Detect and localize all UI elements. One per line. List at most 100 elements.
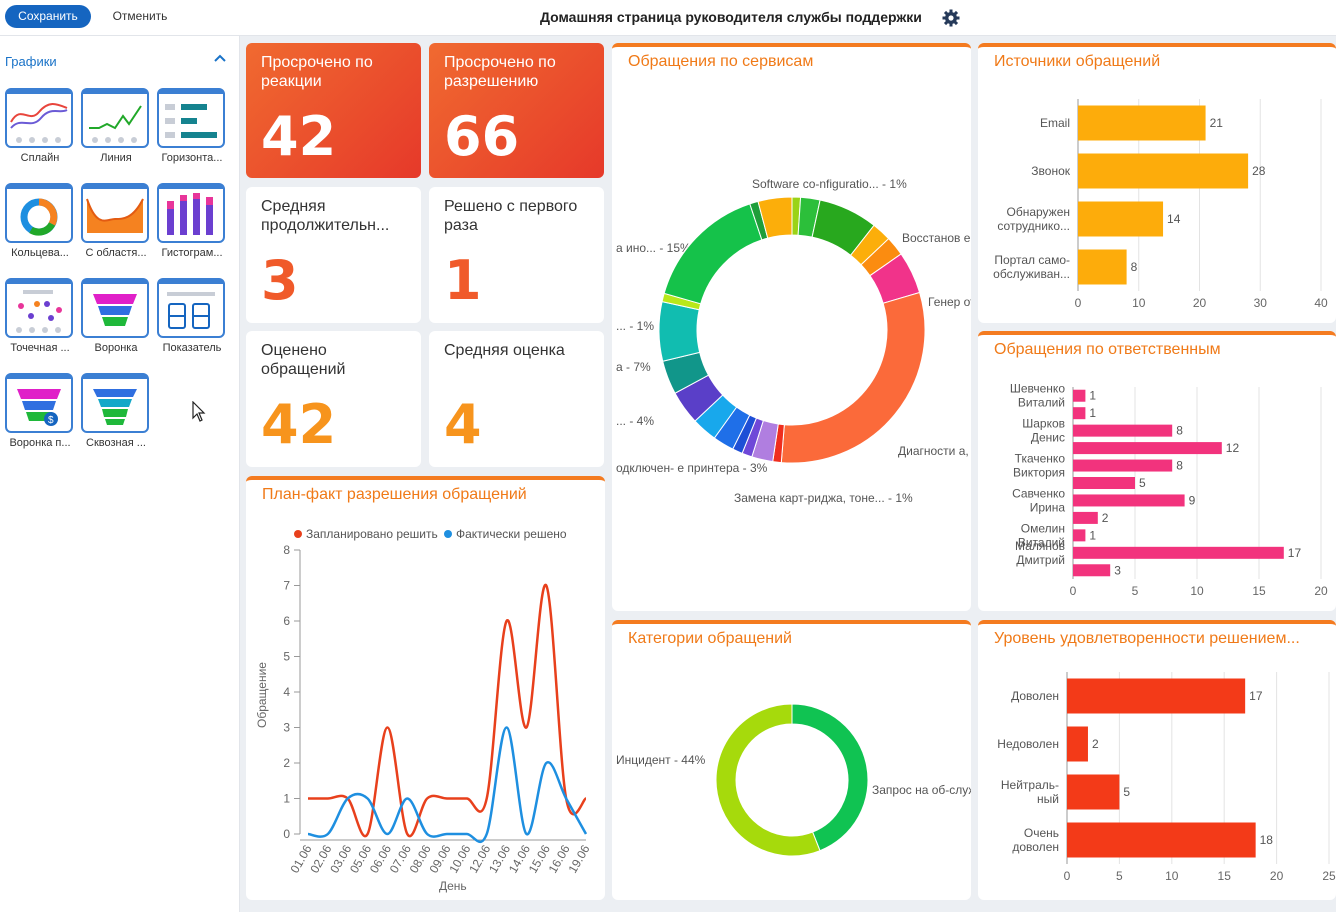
widget-label: Сквозная ... bbox=[86, 437, 146, 449]
y-tick-label: 6 bbox=[283, 614, 290, 628]
bar-value-label: 5 bbox=[1139, 476, 1146, 490]
widget-indicator[interactable]: Показатель bbox=[157, 278, 227, 354]
bar bbox=[1067, 726, 1088, 762]
widget-line[interactable]: Линия bbox=[81, 88, 151, 164]
y-tick-label: 7 bbox=[283, 579, 290, 593]
chevron-up-icon[interactable] bbox=[212, 51, 228, 67]
gear-icon[interactable] bbox=[941, 8, 961, 28]
scatter-chart-icon bbox=[16, 290, 62, 333]
y-tick-label: 3 bbox=[283, 721, 290, 735]
categories-donut-chart: Инцидент - 44% Запрос на об-служивание -… bbox=[616, 703, 971, 857]
indicator-icon bbox=[167, 292, 215, 329]
widget-label: Воронка п... bbox=[9, 437, 71, 449]
widget-label: Гистограм... bbox=[161, 247, 223, 259]
bar-value-label: 1 bbox=[1089, 389, 1096, 403]
bar bbox=[1078, 153, 1249, 189]
plan-fact-chart-card[interactable]: План-факт разрешения обращений 012345678… bbox=[246, 476, 605, 900]
categories-chart-card[interactable]: Категории обращений Инцидент - 44% Запро… bbox=[612, 620, 971, 900]
save-button[interactable]: Сохранить bbox=[5, 5, 91, 28]
sidebar-heading[interactable]: Графики bbox=[5, 54, 57, 69]
slice-label: а ино... - 15% bbox=[616, 241, 691, 255]
assignees-chart-card[interactable]: Обращения по ответственным 0 5 10 15 20 1 Шевч… bbox=[978, 331, 1336, 611]
category-label: Виталий bbox=[1018, 396, 1065, 410]
bar bbox=[1078, 201, 1164, 237]
category-label: Очень bbox=[1024, 826, 1059, 840]
bar-value-label: 8 bbox=[1131, 260, 1138, 274]
widget-horizontal-bar[interactable]: Горизонта... bbox=[157, 88, 227, 164]
kpi-avg-rating[interactable]: Средняя оценка 4 bbox=[429, 331, 604, 467]
services-chart-card[interactable]: Обращения по сервисам Software co-nfigur… bbox=[612, 43, 971, 611]
x-tick-label: 19.06 bbox=[565, 842, 592, 875]
cancel-button[interactable]: Отменить bbox=[103, 5, 177, 28]
bar-value-label: 18 bbox=[1260, 833, 1274, 847]
widget-funnel-money[interactable]: $ Воронка п... bbox=[5, 373, 75, 449]
bar-value-label: 2 bbox=[1102, 511, 1109, 525]
x-tick-label: 20 bbox=[1314, 584, 1328, 598]
kpi-overdue-resolution[interactable]: Просрочено по разрешению 66 bbox=[429, 43, 604, 178]
sources-chart-card[interactable]: Источники обращений 0 10 20 30 40 21 Email 28 Зв… bbox=[978, 43, 1336, 323]
bar bbox=[1073, 477, 1135, 489]
x-tick-label: 25 bbox=[1322, 869, 1336, 883]
kpi-first-resolution[interactable]: Решено с первого раза 1 bbox=[429, 187, 604, 323]
category-label: Шевченко bbox=[1010, 382, 1065, 396]
widget-spline[interactable]: Сплайн bbox=[5, 88, 75, 164]
widget-donut[interactable]: Кольцева... bbox=[5, 183, 75, 259]
y-tick-label: 8 bbox=[283, 543, 290, 557]
bar-value-label: 5 bbox=[1123, 785, 1130, 799]
widget-funnel[interactable]: Воронка bbox=[81, 278, 151, 354]
funnel-money-icon: $ bbox=[17, 389, 61, 426]
widget-histogram[interactable]: Гистограм... bbox=[157, 183, 227, 259]
line-chart-icon bbox=[89, 105, 142, 143]
bar-value-label: 14 bbox=[1167, 212, 1181, 226]
bar-value-label: 17 bbox=[1249, 689, 1263, 703]
widget-area[interactable]: С областя... bbox=[81, 183, 151, 259]
bar bbox=[1073, 424, 1173, 437]
bar-value-label: 1 bbox=[1089, 406, 1096, 420]
satisfaction-bar-chart: 0 5 10 15 20 25 17 Доволен 2 Недоволен 5 Нейтраль-н… bbox=[997, 672, 1336, 883]
x-tick-label: 40 bbox=[1314, 296, 1328, 310]
area-chart-icon bbox=[86, 198, 144, 233]
donut-slice bbox=[715, 703, 821, 857]
bar-value-label: 3 bbox=[1114, 563, 1121, 577]
kpi-rated-requests[interactable]: Оценено обращений 42 bbox=[246, 331, 421, 467]
kpi-value: 42 bbox=[261, 393, 337, 456]
x-tick-label: 5 bbox=[1132, 584, 1139, 598]
kpi-overdue-reaction[interactable]: Просрочено по реакции 42 bbox=[246, 43, 421, 178]
kpi-title: Решено с первого раза bbox=[444, 198, 578, 234]
bar bbox=[1073, 459, 1173, 472]
kpi-title: Оценено обращений bbox=[261, 342, 346, 378]
kpi-title: Средняя продолжительн... bbox=[261, 198, 390, 234]
legend-marker bbox=[294, 530, 302, 538]
widget-label: Воронка bbox=[94, 342, 138, 354]
svg-text:$: $ bbox=[48, 415, 54, 426]
satisfaction-chart-card[interactable]: Уровень удовлетворенности решением... 05… bbox=[978, 620, 1336, 900]
bar-value-label: 17 bbox=[1288, 546, 1302, 560]
through-funnel-icon bbox=[93, 389, 137, 425]
bar-value-label: 21 bbox=[1210, 116, 1224, 130]
legend-label: Запланировано решить bbox=[306, 527, 438, 541]
kpi-value: 4 bbox=[444, 393, 482, 456]
kpi-avg-duration[interactable]: Средняя продолжительн... 3 bbox=[246, 187, 421, 323]
histogram-icon bbox=[167, 193, 213, 235]
widget-label: С областя... bbox=[85, 247, 147, 259]
legend-marker bbox=[444, 530, 452, 538]
widget-through-funnel[interactable]: Сквозная ... bbox=[81, 373, 151, 449]
legend-label: Фактически решено bbox=[456, 527, 567, 541]
sources-bar-chart: 0 10 20 30 40 21 Email 28 Звонок 14 Обнаруженсотру… bbox=[993, 99, 1328, 310]
category-label: Ткаченко bbox=[1015, 452, 1066, 466]
bar bbox=[1073, 389, 1086, 402]
assignees-bar-chart: 0 5 10 15 201ШевченкоВиталий18ШарковДенис128… bbox=[1010, 382, 1328, 598]
bar-value-label: 8 bbox=[1176, 459, 1183, 473]
donut-slice bbox=[658, 301, 701, 362]
funnel-icon bbox=[93, 294, 137, 326]
y-tick-label: 5 bbox=[283, 650, 290, 664]
widget-label: Линия bbox=[100, 152, 132, 164]
series-line bbox=[307, 726, 588, 844]
kpi-title: Просрочено по реакции bbox=[261, 54, 373, 90]
widget-scatter[interactable]: Точечная ... bbox=[5, 278, 75, 354]
y-axis-title: Обращение bbox=[255, 662, 269, 728]
mouse-cursor-icon bbox=[192, 401, 206, 422]
x-tick-label: 20 bbox=[1193, 296, 1207, 310]
slice-label: Software co-nfiguratio... - 1% bbox=[752, 177, 907, 191]
slice-label: а - 7% bbox=[616, 360, 651, 374]
